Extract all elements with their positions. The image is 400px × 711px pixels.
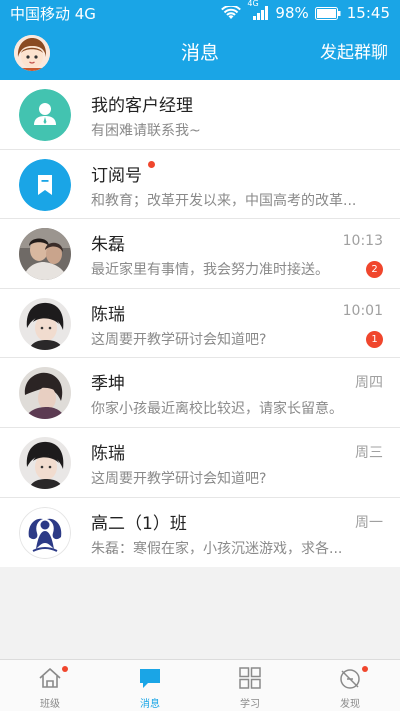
conversation-item[interactable]: 陈瑞 这周要开教学研讨会知道吧? 周三 (0, 428, 400, 498)
unread-dot (148, 160, 155, 168)
user-photo (19, 436, 71, 489)
conversation-time: 10:13 (342, 233, 383, 250)
tab-label: 班级 (40, 699, 60, 710)
conversation-preview: 这周要开教学研讨会知道吧? (91, 331, 267, 348)
conversation-preview: 这周要开教学研讨会知道吧? (91, 470, 267, 487)
bookmark-icon (19, 158, 71, 211)
conversation-preview: 你家小孩最近离校比较迟，请家长留意。 (91, 401, 343, 418)
compass-icon (338, 667, 362, 692)
bottom-tab-bar: 班级 消息 学习 发现 (0, 659, 400, 711)
conversation-name: 订阅号 (91, 165, 142, 186)
conversation-list: 我的客户经理 有困难请联系我~ 订阅号 和教育；改革开发以来，中国高考的改革..… (0, 80, 400, 568)
conversation-item[interactable]: 我的客户经理 有困难请联系我~ (0, 80, 400, 150)
start-group-chat-button[interactable]: 发起群聊 (320, 26, 388, 80)
tab-messages[interactable]: 消息 (100, 660, 200, 711)
network-label: 4G (247, 0, 259, 8)
tab-label: 消息 (140, 699, 160, 710)
chat-icon (138, 667, 162, 692)
status-bar: 中国移动 4G 4G 98% 15:45 (0, 0, 400, 26)
tab-unread-dot (362, 666, 368, 672)
conversation-name: 朱磊 (91, 235, 125, 256)
conversation-name: 高二（1）班 (91, 513, 187, 534)
conversation-name: 陈瑞 (91, 443, 125, 464)
battery-icon (314, 6, 341, 20)
conversation-preview: 朱磊：寒假在家，小孩沉迷游戏，求各... (91, 540, 343, 557)
class-logo (19, 506, 71, 559)
conversation-name: 陈瑞 (91, 304, 125, 325)
conversation-name: 我的客户经理 (91, 96, 193, 116)
clock: 15:45 (346, 4, 390, 22)
unread-badge: 2 (366, 261, 383, 279)
unread-badge: 1 (366, 330, 383, 348)
conversation-time: 周一 (355, 514, 383, 531)
conversation-preview: 最近家里有事情，我会努力准时接送。 (91, 262, 329, 279)
signal-icon: 4G (247, 0, 269, 20)
conversation-time: 周三 (355, 444, 383, 461)
conversation-preview: 有困难请联系我~ (91, 123, 201, 139)
user-photo (19, 228, 71, 281)
tab-class[interactable]: 班级 (0, 660, 100, 711)
manager-icon (19, 89, 71, 141)
home-icon (38, 667, 62, 692)
conversation-item[interactable]: 朱磊 最近家里有事情，我会努力准时接送。 10:13 2 (0, 219, 400, 289)
conversation-name: 季坤 (91, 374, 125, 395)
conversation-item[interactable]: 季坤 你家小孩最近离校比较迟，请家长留意。 周四 (0, 358, 400, 428)
wifi-icon (221, 6, 242, 20)
tab-label: 发现 (340, 699, 360, 710)
tab-study[interactable]: 学习 (200, 660, 300, 711)
user-photo (19, 297, 71, 350)
app-header: 消息 发起群聊 (0, 26, 400, 80)
conversation-time: 周四 (355, 375, 383, 392)
conversation-item[interactable]: 高二（1）班 朱磊：寒假在家，小孩沉迷游戏，求各... 周一 (0, 498, 400, 568)
conversation-time: 10:01 (342, 302, 383, 319)
carrier-label: 中国移动 4G (10, 4, 96, 23)
tab-label: 学习 (240, 699, 260, 710)
grid-icon (238, 667, 262, 692)
conversation-item[interactable]: 订阅号 和教育；改革开发以来，中国高考的改革... (0, 150, 400, 220)
tab-unread-dot (62, 666, 68, 672)
battery-percent: 98% (275, 4, 309, 22)
conversation-item[interactable]: 陈瑞 这周要开教学研讨会知道吧? 10:01 1 (0, 289, 400, 359)
tab-discover[interactable]: 发现 (300, 660, 400, 711)
conversation-preview: 和教育；改革开发以来，中国高考的改革... (91, 192, 357, 209)
user-photo (19, 367, 71, 420)
